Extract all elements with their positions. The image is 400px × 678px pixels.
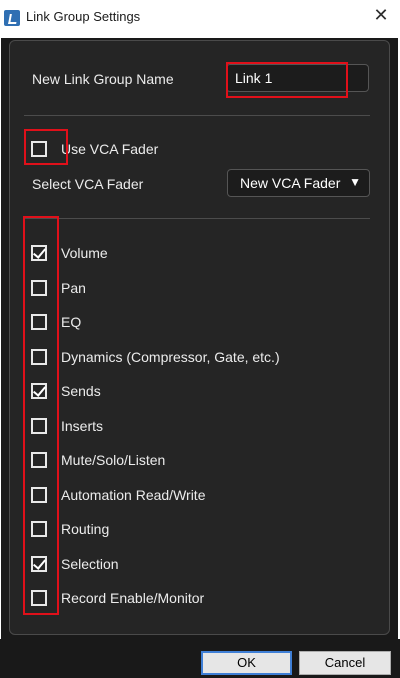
window-title: Link Group Settings <box>26 9 141 24</box>
vca-fader-select[interactable]: New VCA Fader ▼ <box>227 169 370 197</box>
option-label: Dynamics (Compressor, Gate, etc.) <box>61 349 280 365</box>
option-checkbox[interactable] <box>31 487 47 503</box>
option-label: Selection <box>61 556 119 572</box>
option-checkbox[interactable] <box>31 556 47 572</box>
option-checkbox[interactable] <box>31 314 47 330</box>
link-group-name-label: New Link Group Name <box>32 71 174 87</box>
title-bar: Link Group Settings ✕ <box>0 0 400 36</box>
vca-fader-select-value: New VCA Fader <box>240 175 341 191</box>
option-label: Sends <box>61 383 101 399</box>
option-checkbox[interactable] <box>31 418 47 434</box>
option-label: Mute/Solo/Listen <box>61 452 166 468</box>
option-checkbox[interactable] <box>31 383 47 399</box>
option-label: Inserts <box>61 418 104 434</box>
settings-panel <box>9 40 390 635</box>
app-logo-icon <box>4 10 20 26</box>
close-icon[interactable]: ✕ <box>372 6 390 24</box>
option-label: EQ <box>61 314 82 330</box>
use-vca-fader-checkbox[interactable] <box>31 141 47 157</box>
option-checkbox[interactable] <box>31 590 47 606</box>
option-checkbox[interactable] <box>31 452 47 468</box>
option-checkbox[interactable] <box>31 349 47 365</box>
use-vca-fader-label: Use VCA Fader <box>61 141 159 157</box>
link-group-name-input[interactable]: Link 1 <box>226 64 369 92</box>
divider <box>24 115 370 116</box>
chevron-down-icon: ▼ <box>349 175 361 189</box>
option-checkbox[interactable] <box>31 521 47 537</box>
option-label: Pan <box>61 280 86 296</box>
dialog-body <box>1 38 398 639</box>
option-label: Automation Read/Write <box>61 487 206 503</box>
ok-button[interactable]: OK <box>201 651 292 675</box>
cancel-button[interactable]: Cancel <box>299 651 391 675</box>
select-vca-fader-label: Select VCA Fader <box>32 176 144 192</box>
link-group-settings-dialog: Link Group Settings ✕ New Link Group Nam… <box>0 0 400 678</box>
option-label: Record Enable/Monitor <box>61 590 205 606</box>
option-label: Routing <box>61 521 110 537</box>
divider <box>24 218 370 219</box>
option-checkbox[interactable] <box>31 245 47 261</box>
option-checkbox[interactable] <box>31 280 47 296</box>
option-label: Volume <box>61 245 108 261</box>
